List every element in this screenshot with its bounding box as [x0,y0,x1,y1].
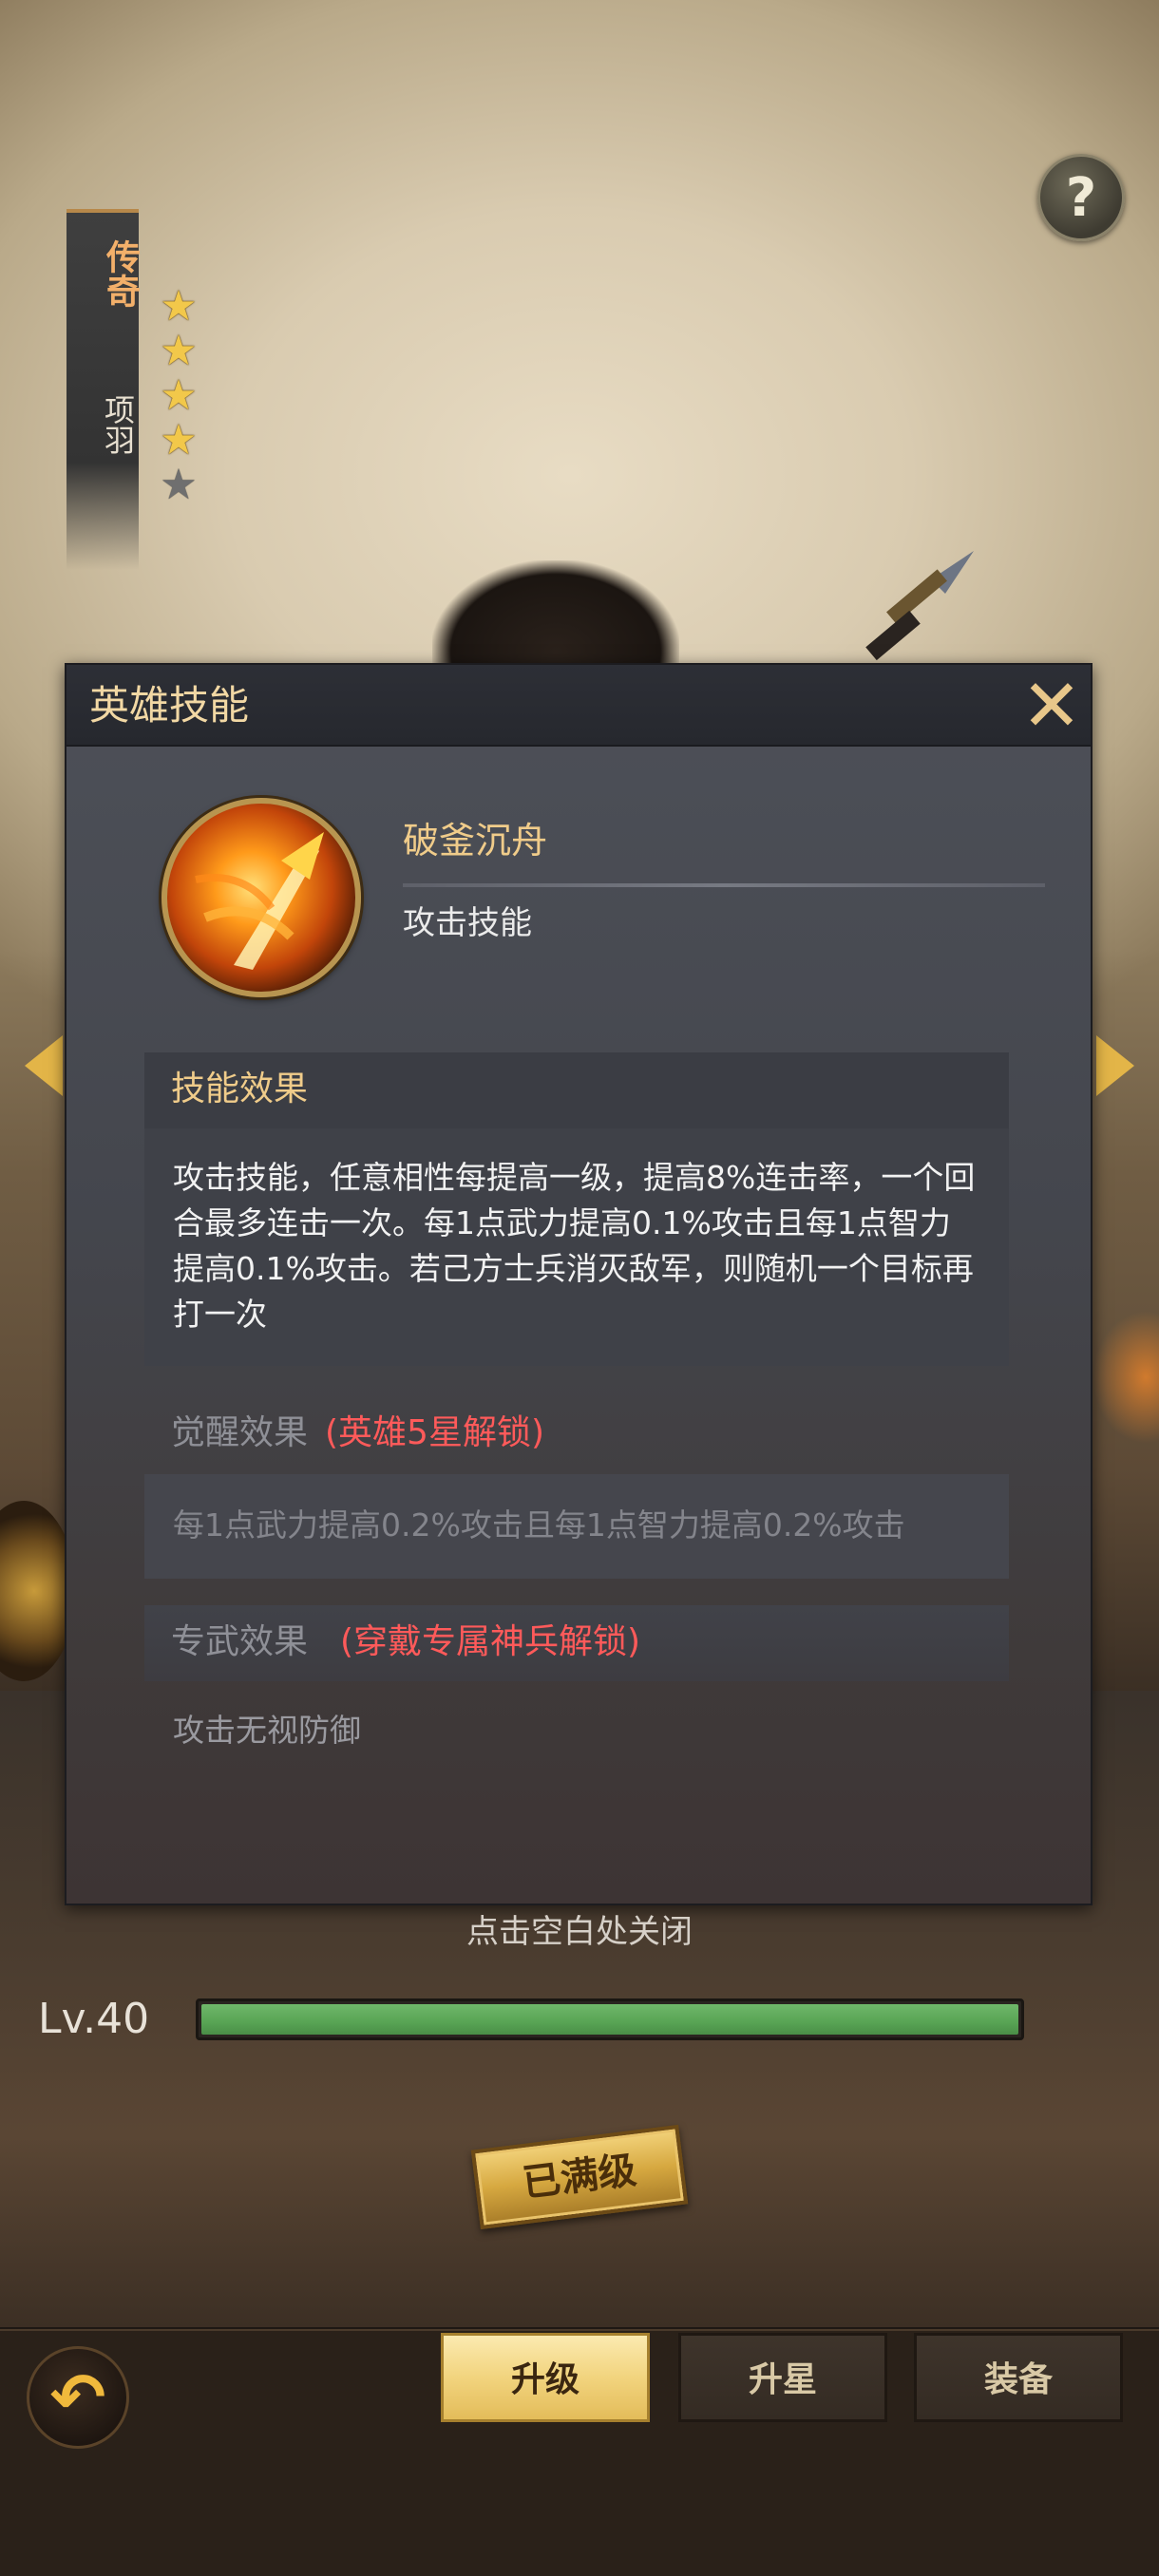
skill-effect-text: 攻击技能，任意相性每提高一级，提高8%连击率，一个回合最多连击一次。每1点武力提… [144,1128,1009,1366]
awaken-lock-condition: (英雄5星解锁) [325,1413,544,1452]
awaken-effect-header: 觉醒效果 (英雄5星解锁) [144,1396,1009,1472]
skill-effect-heading: 技能效果 [171,1070,309,1108]
fire-effect [1092,1311,1159,1444]
exclusive-weapon-text: 攻击无视防御 [173,1712,361,1749]
skill-type: 攻击技能 [403,904,532,942]
level-label: Lv.40 [38,1995,150,2043]
skill-effect-header: 技能效果 [144,1052,1009,1128]
star-icon: ★ [160,282,198,331]
tab-star-up[interactable]: 升星 [678,2333,887,2422]
level-progress-bar [196,1998,1024,2040]
close-hint[interactable]: 点击空白处关闭 [0,1909,1159,1955]
star-icon: ★ [160,371,198,420]
hero-banner: 传奇 项羽 [66,209,140,570]
star-icon: ★ [160,416,198,464]
help-icon: ? [1065,166,1097,229]
skill-name: 破釜沉舟 [403,820,548,862]
hero-star-rating: ★ ★ ★ ★ ★ [156,285,203,508]
skill-divider [403,883,1045,887]
previous-hero-arrow-icon[interactable] [25,1035,63,1096]
spear-tip-icon [865,551,974,661]
hero-name: 项羽 [100,394,136,455]
close-icon[interactable]: ✕ [1020,670,1083,742]
dialog-header: 英雄技能 ✕ [66,665,1091,747]
hero-portrait [432,560,679,674]
exclusive-weapon-heading: 专武效果 [171,1622,309,1661]
level-progress-fill [201,2004,1018,2035]
awaken-effect-text: 每1点武力提高0.2%攻击且每1点智力提高0.2%攻击 [144,1474,1009,1579]
exclusive-weapon-header: 专武效果 (穿戴专属神兵解锁) [144,1605,1009,1681]
skill-flame-icon [162,798,361,997]
awaken-effect-heading: 觉醒效果 [171,1413,309,1452]
star-icon: ★ [160,327,198,375]
hero-skill-dialog: 英雄技能 ✕ 破釜沉舟 攻击技能 技能效果 攻击技能，任意相性每提高一级，提高8… [65,663,1092,1905]
dialog-title: 英雄技能 [89,682,250,729]
tab-upgrade[interactable]: 升级 [441,2333,650,2422]
star-icon: ★ [160,461,198,509]
back-button[interactable]: ↶ [27,2346,129,2449]
hero-rank-label: 传奇 [101,239,140,308]
next-hero-arrow-icon[interactable] [1096,1035,1134,1096]
back-arrow-icon: ↶ [49,2358,106,2436]
exclusive-weapon-lock-condition: (穿戴专属神兵解锁) [340,1622,641,1661]
tab-equipment[interactable]: 装备 [914,2333,1123,2422]
help-button[interactable]: ? [1037,154,1125,241]
